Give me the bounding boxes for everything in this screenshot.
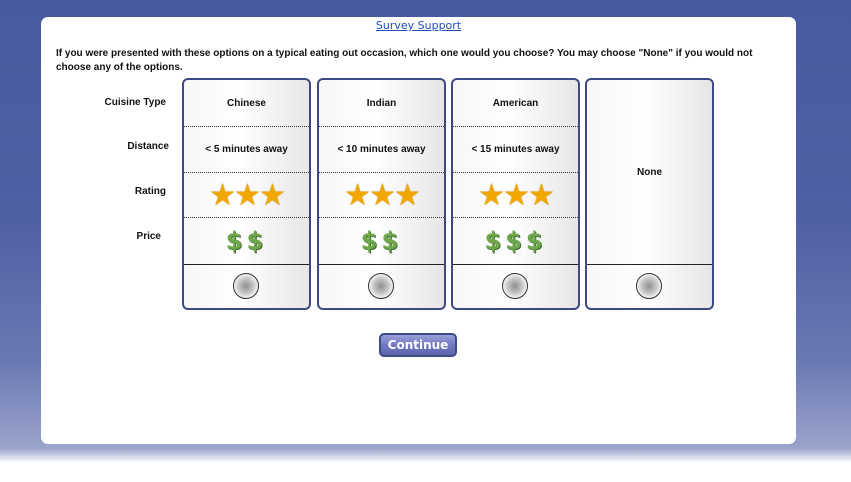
divider [319,264,444,265]
row-label-distance: Distance [127,141,169,152]
rating-stars: ★★★ [209,177,286,213]
question-text: If you were presented with these options… [56,48,753,73]
divider [184,264,309,265]
cuisine-value: Chinese [227,97,266,109]
rating-stars: ★★★ [344,177,421,213]
price-dollars: $$ [360,227,403,255]
divider [453,264,578,265]
option-card-indian[interactable]: Indian < 10 minutes away ★★★ $$ [317,78,446,310]
price-dollars: $$ [225,227,268,255]
row-label-rating: Rating [134,186,166,197]
rating-stars: ★★★ [478,177,555,213]
distance-value: < 10 minutes away [337,144,426,155]
option-card-chinese[interactable]: Chinese < 5 minutes away ★★★ $$ [182,78,311,310]
survey-panel: Survey Support If you were presented wit… [41,17,796,444]
distance-value: < 15 minutes away [471,144,560,155]
price-dollars: $$$ [484,227,547,255]
none-label: None [637,166,662,178]
continue-button[interactable]: Continue [379,333,457,357]
survey-support-link[interactable]: Survey Support [41,19,796,32]
cuisine-value: Indian [366,97,397,109]
option-card-none[interactable]: None [585,78,714,310]
cuisine-value: American [492,97,539,109]
option-radio-indian[interactable] [367,273,394,299]
option-radio-american[interactable] [501,273,528,299]
option-radio-chinese[interactable] [232,273,259,299]
distance-value: < 5 minutes away [205,144,288,155]
option-card-american[interactable]: American < 15 minutes away ★★★ $$$ [451,78,580,310]
option-radio-none[interactable] [635,273,662,299]
divider [587,264,712,265]
row-label-cuisine: Cuisine Type [104,97,167,108]
row-label-price: Price [136,231,161,242]
